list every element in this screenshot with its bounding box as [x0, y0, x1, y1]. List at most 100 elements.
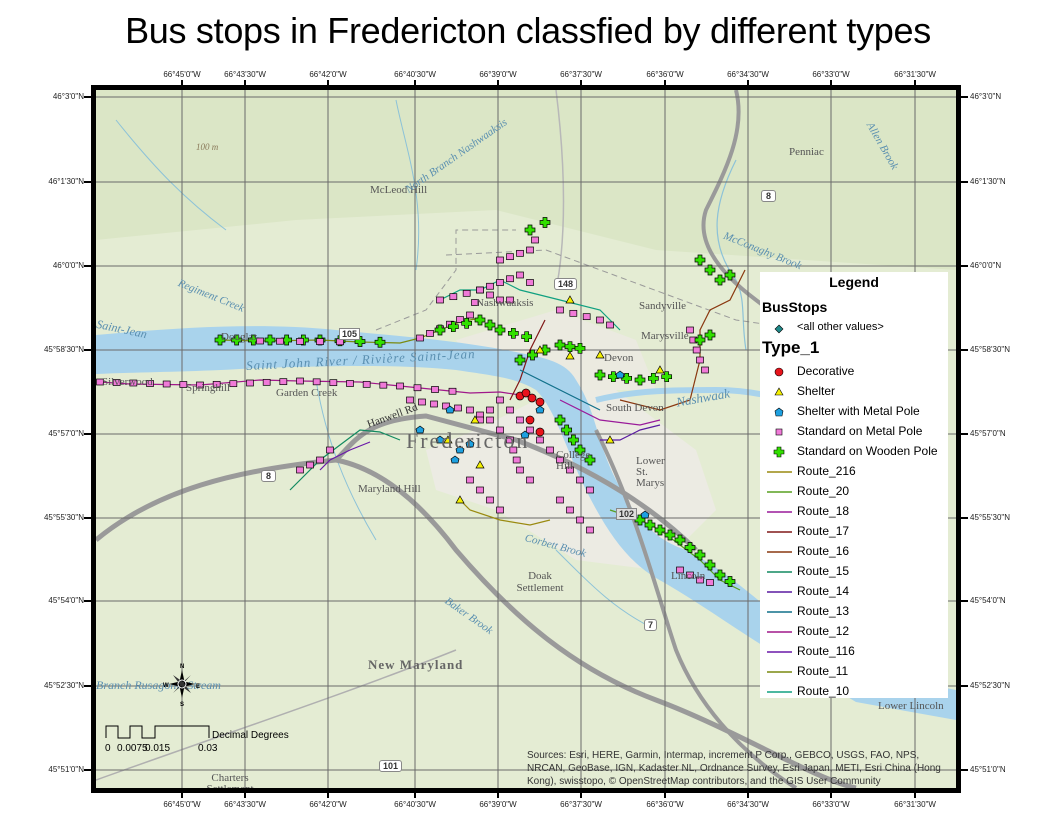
y-tick-mark: [84, 685, 91, 687]
bus-stop-marker: [536, 436, 544, 444]
x-tick-label-bottom: 66°33'0"W: [812, 800, 850, 809]
bus-stop-marker: [430, 400, 438, 408]
bus-stop-marker: [476, 286, 484, 294]
legend-item-type: Standard on Wooden Pole: [760, 443, 948, 461]
y-tick-label-right: 45°51'0"N: [970, 765, 1006, 774]
diamond-icon: [774, 324, 784, 334]
x-tick-label-top: 66°33'0"W: [812, 70, 850, 79]
y-tick-mark: [84, 769, 91, 771]
bus-stop-marker: [346, 380, 354, 387]
legend-item-type: Shelter: [760, 383, 948, 401]
bus-stop-marker: [696, 356, 704, 364]
bus-stop-marker: [546, 446, 554, 454]
legend-item: <all other values>: [760, 320, 948, 338]
legend-item-route: Route_20: [760, 483, 948, 501]
y-tick-mark: [84, 349, 91, 351]
bus-stop-marker: [448, 387, 457, 395]
y-tick-label-left: 46°1'30"N: [48, 177, 84, 186]
bus-stop-marker: [516, 416, 524, 424]
legend-item-route: Route_16: [760, 543, 948, 561]
legend-item-type: Decorative: [760, 363, 948, 381]
route-line-icon: [767, 631, 792, 633]
place-label: Springhill: [186, 382, 231, 394]
bus-stop-marker: [701, 366, 709, 374]
place-label: Silverwood: [102, 376, 153, 388]
bus-stop-marker: [526, 279, 534, 286]
legend-item-route: Route_10: [760, 683, 948, 701]
bus-stop-marker: [296, 338, 304, 345]
bus-stop-marker: [449, 293, 458, 301]
y-tick-label-left: 45°51'0"N: [48, 765, 84, 774]
route-line-icon: [767, 591, 792, 593]
y-tick-mark: [961, 349, 968, 351]
bus-stop-marker: [296, 377, 304, 385]
legend-title: Legend: [829, 274, 879, 290]
legend-layer-type: Type_1: [762, 338, 820, 357]
bus-stop-marker: [396, 382, 404, 390]
square-icon: [775, 428, 783, 436]
place-label: Doak Settlement: [516, 570, 564, 594]
legend-item-route: Route_11: [760, 663, 948, 681]
legend-item-route: Route_216: [760, 463, 948, 481]
bus-stop-marker: [596, 316, 604, 324]
bus-stop-marker: [526, 476, 534, 484]
place-label: New Maryland: [368, 657, 464, 672]
bus-stop-marker: [516, 466, 524, 474]
x-tick-label-top: 66°42'0"W: [309, 70, 347, 79]
bus-stop-marker: [531, 236, 539, 244]
map-credits: Sources: Esri, HERE, Garmin, Intermap, i…: [527, 750, 941, 787]
bus-stop-marker: [276, 337, 284, 345]
bus-stop-marker: [556, 306, 564, 314]
bus-stop-marker: [586, 526, 594, 534]
place-label: Lower St. Marys: [636, 455, 665, 489]
x-tick-label-top: 66°34'30"W: [727, 70, 769, 79]
y-tick-label-left: 45°52'30"N: [43, 681, 84, 690]
compass-e: E: [196, 684, 200, 690]
route-line-icon: [767, 471, 792, 473]
legend-item-type: Standard on Metal Pole: [760, 423, 948, 441]
route-line-icon: [767, 611, 792, 613]
bus-stop-marker: [527, 393, 537, 403]
bus-stop-marker: [466, 476, 474, 484]
legend-item-route: Route_116: [760, 643, 948, 661]
bus-stop-marker: [535, 427, 545, 437]
north-arrow-compass: N W E S: [163, 664, 200, 708]
bus-stop-marker: [454, 404, 462, 412]
x-tick-label-bottom: 66°42'0"W: [309, 800, 347, 809]
y-tick-mark: [961, 517, 968, 519]
bus-stop-marker: [496, 396, 504, 404]
legend-item-route: Route_18: [760, 503, 948, 521]
y-tick-mark: [961, 600, 968, 602]
place-label: South Devon: [606, 402, 664, 414]
place-label: Garden Creek: [276, 387, 338, 399]
x-tick-label-bottom: 66°40'30"W: [394, 800, 436, 809]
y-tick-mark: [84, 433, 91, 435]
place-label: Nashwaaksis: [476, 297, 534, 309]
bus-stop-marker: [486, 282, 494, 290]
highway-shield: 148: [554, 278, 578, 290]
y-tick-label-left: 46°3'0"N: [52, 92, 84, 101]
bus-stop-marker: [329, 379, 338, 387]
highway-shield: 101: [379, 760, 403, 772]
bus-stop-marker: [316, 338, 324, 345]
y-tick-label-right: 46°0'0"N: [970, 261, 1002, 270]
place-label: Douglas: [221, 331, 258, 343]
bus-stop-marker: [525, 415, 535, 425]
y-tick-label-right: 45°52'30"N: [970, 681, 1011, 690]
y-tick-label-left: 46°0'0"N: [52, 261, 84, 270]
map-title: Bus stops in Fredericton classfied by di…: [125, 10, 931, 51]
bus-stop-marker: [526, 246, 534, 254]
bus-stop-marker: [566, 506, 574, 514]
scale-units: Decimal Degrees: [212, 730, 289, 741]
legend-item-type: Shelter with Metal Pole: [760, 403, 948, 421]
bus-stop-marker: [316, 456, 324, 464]
y-tick-label-left: 45°57'0"N: [48, 429, 84, 438]
bus-stop-marker: [426, 330, 434, 337]
y-tick-label-left: 45°55'30"N: [43, 513, 84, 522]
bus-stop-marker: [506, 253, 514, 261]
legend-item-route: Route_14: [760, 583, 948, 601]
place-label: Devon: [604, 352, 634, 364]
place-label: Maryland Hill: [358, 483, 421, 495]
bus-stop-marker: [576, 476, 584, 484]
scale-label: 0.015: [145, 743, 171, 754]
